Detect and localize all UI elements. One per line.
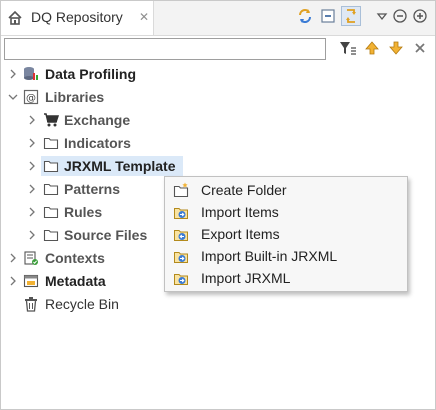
arrow-down-icon	[389, 41, 403, 55]
filter-settings-button[interactable]	[339, 39, 357, 57]
folder-icon	[43, 160, 59, 173]
folder-add-icon	[173, 182, 189, 198]
menu-item-label: Import JRXML	[201, 270, 291, 286]
metadata-icon	[23, 274, 39, 288]
tree-item-patterns[interactable]: Patterns	[1, 178, 161, 200]
view-menu-button[interactable]	[373, 7, 391, 25]
export-items-icon	[174, 230, 188, 241]
menu-item-create-folder[interactable]: Create Folder	[165, 179, 407, 201]
tree-item-metadata[interactable]: Metadata	[1, 270, 161, 292]
tree-label: Exchange	[64, 112, 131, 128]
chevron-right-icon[interactable]	[27, 184, 37, 194]
folder-icon	[43, 229, 59, 242]
tree-item-contexts[interactable]: Contexts	[1, 247, 161, 269]
tree-label: Data Profiling	[45, 66, 137, 82]
minimize-icon	[393, 9, 407, 23]
tree-label: Rules	[64, 204, 103, 220]
tree-label: Indicators	[64, 135, 131, 151]
collapse-all-button[interactable]	[319, 7, 337, 25]
minimize-button[interactable]	[391, 7, 409, 25]
menu-item-label: Create Folder	[201, 182, 287, 198]
sync-button[interactable]	[296, 7, 314, 25]
menu-item-label: Import Built-in JRXML	[201, 248, 338, 264]
menu-item-import-jrxml[interactable]: Import JRXML	[165, 267, 407, 289]
tree-label: JRXML Template	[64, 158, 176, 174]
close-icon[interactable]: ✕	[139, 10, 149, 24]
folder-icon	[43, 183, 59, 196]
tree-label: Metadata	[45, 273, 106, 289]
tree-label: Contexts	[45, 250, 105, 266]
import-jrxml-icon	[174, 274, 188, 285]
collapse-all-icon	[321, 9, 335, 23]
clear-filter-button[interactable]	[411, 39, 429, 57]
menu-item-label: Import Items	[201, 204, 279, 220]
menu-item-label: Export Items	[201, 226, 280, 242]
sync-icon	[299, 9, 311, 23]
chevron-right-icon[interactable]	[27, 115, 37, 125]
chevron-right-icon[interactable]	[27, 230, 37, 240]
folder-icon	[43, 206, 59, 219]
context-menu: Create Folder Import Items Export Items	[164, 176, 408, 292]
menu-item-import-items[interactable]: Import Items	[165, 201, 407, 223]
chevron-right-icon[interactable]	[8, 69, 18, 79]
contexts-icon	[24, 251, 38, 265]
tree-item-libraries[interactable]: @ Libraries	[1, 86, 435, 108]
chevron-right-icon[interactable]	[8, 276, 18, 286]
tab-label: DQ Repository	[31, 9, 123, 25]
arrow-up-icon	[365, 41, 379, 55]
menu-item-export-items[interactable]: Export Items	[165, 223, 407, 245]
chevron-down-icon[interactable]	[8, 92, 18, 102]
trash-icon	[25, 297, 37, 312]
data-profiling-icon	[24, 67, 38, 80]
import-builtin-jrxml-icon	[174, 252, 188, 263]
filter-input[interactable]	[4, 38, 326, 60]
tree-label: Source Files	[64, 227, 148, 243]
chevron-right-icon[interactable]	[8, 253, 18, 263]
view-tab-bar: DQ Repository ✕	[1, 1, 435, 36]
tree-item-indicators[interactable]: Indicators	[1, 132, 435, 154]
chevron-right-icon[interactable]	[27, 138, 37, 148]
filter-icon	[340, 42, 356, 55]
menu-item-import-builtin-jrxml[interactable]: Import Built-in JRXML	[165, 245, 407, 267]
tree-item-source-files[interactable]: Source Files	[1, 224, 161, 246]
navigate-down-button[interactable]	[387, 39, 405, 57]
shopping-cart-icon	[44, 113, 59, 127]
dq-repository-view: DQ Repository ✕ Data Profiling @ Librari…	[0, 0, 436, 410]
tree-label: Recycle Bin	[45, 296, 119, 312]
link-with-editor-icon	[346, 9, 356, 23]
tree-item-jrxml-template[interactable]: JRXML Template	[1, 155, 435, 177]
svg-text:@: @	[26, 93, 36, 104]
chevron-right-icon[interactable]	[27, 207, 37, 217]
tree-label: Libraries	[45, 89, 105, 105]
clear-icon	[415, 43, 425, 53]
navigate-up-button[interactable]	[363, 39, 381, 57]
link-with-editor-button[interactable]	[341, 6, 361, 26]
maximize-icon	[413, 9, 427, 23]
tree-label: Patterns	[64, 181, 121, 197]
tree-item-recycle-bin[interactable]: Recycle Bin	[1, 293, 161, 315]
import-items-icon	[174, 208, 188, 219]
chevron-down-icon	[376, 13, 388, 21]
tree-item-data-profiling[interactable]: Data Profiling	[1, 63, 435, 85]
home-icon	[8, 10, 22, 25]
tree-item-exchange[interactable]: Exchange	[1, 109, 435, 131]
maximize-button[interactable]	[411, 7, 429, 25]
chevron-right-icon[interactable]	[27, 161, 37, 171]
tree-item-rules[interactable]: Rules	[1, 201, 161, 223]
folder-icon	[43, 137, 59, 150]
tab-dq-repository[interactable]: DQ Repository ✕	[1, 1, 154, 35]
libraries-icon: @	[23, 89, 39, 105]
